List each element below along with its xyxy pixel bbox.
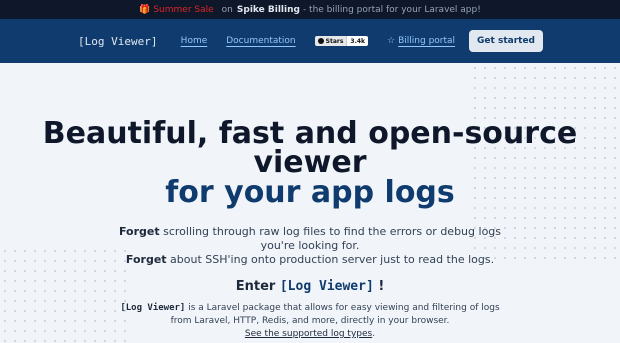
product-description: [Log Viewer] is a Laravel package that a…	[120, 302, 500, 341]
enter-word: Enter	[235, 279, 276, 294]
lead-text-2: about SSH'ing onto production server jus…	[170, 253, 495, 266]
desc-product: [Log Viewer]	[120, 303, 186, 313]
nav-billing-portal[interactable]: ☆ Billing portal	[387, 36, 455, 46]
nav-documentation[interactable]: Documentation	[226, 36, 295, 46]
site-header: [Log Viewer] Home Documentation Stars 3.…	[0, 19, 620, 63]
hero-section: Beautiful, fast and open-source viewer f…	[0, 63, 620, 343]
lead-forget-2: Forget	[125, 253, 167, 266]
star-icon: ☆	[387, 36, 396, 46]
announcement-text: - the billing portal for your Laravel ap…	[302, 4, 481, 15]
gift-icon: 🎁	[139, 4, 151, 15]
product-name[interactable]: Spike Billing	[237, 5, 300, 15]
announcement-bar[interactable]: 🎁 Summer Sale on Spike Billing - the bil…	[0, 0, 620, 19]
on-text: on	[221, 4, 233, 15]
github-stars-label: Stars	[325, 37, 344, 45]
enter-heading: Enter [Log Viewer] !	[0, 279, 620, 294]
hero-title-accent: for your app logs	[165, 175, 455, 210]
github-icon	[317, 38, 324, 44]
hero-title-line2: viewer	[253, 145, 367, 180]
nav-billing-label: Billing portal	[398, 36, 456, 46]
lead-text-1: scrolling through raw log files to find …	[163, 225, 502, 252]
hero-lead: Forget scrolling through raw log files t…	[115, 225, 505, 267]
desc-text: is a Laravel package that allows for eas…	[170, 303, 500, 326]
nav-home[interactable]: Home	[181, 36, 208, 46]
dot-pattern-left	[0, 246, 130, 343]
site-logo[interactable]: [Log Viewer]	[78, 35, 157, 48]
enter-exclaim: !	[378, 279, 385, 294]
github-stars-count: 3.4k	[346, 36, 369, 46]
github-stars-button[interactable]: Stars 3.4k	[314, 36, 369, 46]
supported-log-types-link[interactable]: See the supported log types	[245, 329, 372, 339]
sale-label: Summer Sale	[153, 4, 214, 15]
main-nav: Home Documentation Stars 3.4k ☆ Billing …	[181, 30, 543, 52]
hero-title-line1: Beautiful, fast and open-source	[42, 116, 578, 151]
desc-end: .	[372, 329, 376, 339]
lead-forget-1: Forget	[118, 225, 160, 238]
get-started-button[interactable]: Get started	[469, 30, 543, 52]
enter-product: [Log Viewer]	[279, 279, 374, 294]
